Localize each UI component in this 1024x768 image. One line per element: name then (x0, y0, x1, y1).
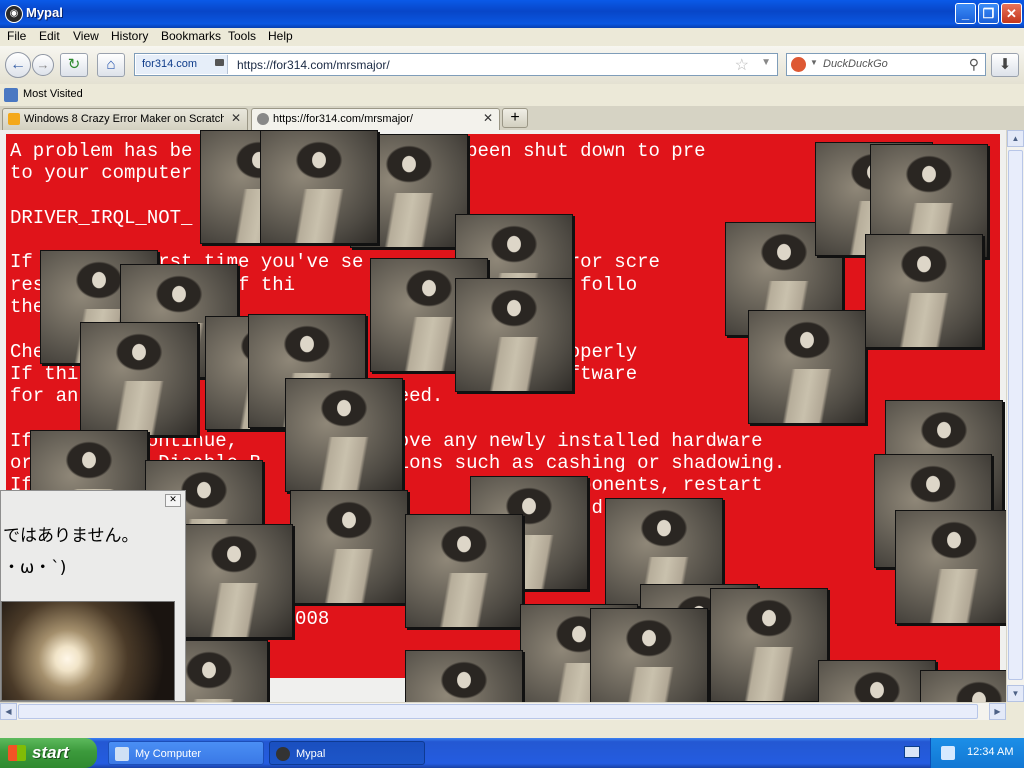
window-titlebar[interactable]: ◉ Mypal _ ❐ ✕ (0, 0, 1024, 28)
bookmark-star-icon[interactable]: ☆ (735, 55, 749, 75)
windows-logo-icon (8, 745, 26, 761)
home-icon[interactable]: ⌂ (97, 53, 125, 77)
doll-photo-image (710, 588, 828, 702)
popup-video-frame (1, 601, 175, 701)
doll-photo-image (895, 510, 1006, 624)
scrollbar-corner (1006, 702, 1024, 720)
tab-scratch[interactable]: Windows 8 Crazy Error Maker on Scratch ✕ (2, 108, 248, 130)
horizontal-scrollbar[interactable]: ◀ ▶ (0, 702, 1006, 720)
url-text[interactable]: https://for314.com/mrsmajor/ (237, 58, 390, 72)
taskbar-item-mypal[interactable]: Mypal (269, 741, 425, 765)
arrow-right-icon[interactable]: → (32, 54, 54, 76)
lock-icon (215, 59, 224, 66)
url-dropdown-icon[interactable]: ▼ (761, 57, 771, 68)
doll-photo-image (920, 670, 1006, 702)
doll-photo-image (590, 608, 708, 702)
doll-photo-image (290, 490, 408, 604)
horizontal-scroll-thumb[interactable] (18, 704, 978, 719)
doll-photo-image (260, 130, 378, 244)
tab-mrsmajor[interactable]: https://for314.com/mrsmajor/ ✕ (251, 108, 500, 130)
menu-history[interactable]: History (111, 29, 148, 43)
maximize-button[interactable]: ❐ (978, 3, 999, 24)
tab-label: Windows 8 Crazy Error Maker on Scratch (24, 113, 224, 125)
mypal-icon (276, 747, 290, 761)
menu-bar: File Edit View History Bookmarks Tools H… (0, 28, 1024, 46)
scroll-left-icon[interactable]: ◀ (0, 703, 17, 720)
menu-view[interactable]: View (73, 29, 99, 43)
most-visited-bookmark[interactable]: Most Visited (23, 88, 83, 100)
duckduckgo-icon[interactable] (791, 57, 806, 72)
close-button[interactable]: ✕ (1001, 3, 1022, 24)
bookmarks-toolbar: Most Visited (0, 84, 1024, 106)
status-area (0, 720, 1024, 738)
taskbar-item-label: My Computer (135, 748, 202, 760)
doll-photo-image (175, 524, 293, 638)
globe-favicon-icon (257, 113, 269, 125)
start-label: start (32, 743, 69, 762)
scroll-up-icon[interactable]: ▲ (1007, 130, 1024, 147)
doll-photo-image (865, 234, 983, 348)
navigation-toolbar: ← → ↻ ⌂ for314.com https://for314.com/mr… (0, 46, 1024, 84)
my-computer-icon (115, 747, 129, 761)
doll-photo-image (285, 378, 403, 492)
doll-photo-image (405, 514, 523, 628)
taskbar-item-label: Mypal (296, 748, 326, 760)
url-bar[interactable]: for314.com https://for314.com/mrsmajor/ … (134, 53, 778, 76)
start-button[interactable]: start (0, 738, 97, 768)
window-title: Mypal (26, 5, 63, 20)
close-tab-icon[interactable]: ✕ (231, 111, 241, 125)
menu-bookmarks[interactable]: Bookmarks (161, 29, 221, 43)
keyboard-icon[interactable] (904, 746, 920, 758)
doll-photo-image (405, 650, 523, 702)
arrow-left-icon[interactable]: ← (5, 52, 31, 78)
vertical-scroll-thumb[interactable] (1008, 150, 1023, 680)
vertical-scrollbar[interactable]: ▲ ▼ (1006, 130, 1024, 702)
menu-help[interactable]: Help (268, 29, 293, 43)
network-icon[interactable] (941, 746, 955, 760)
menu-tools[interactable]: Tools (228, 29, 256, 43)
menu-edit[interactable]: Edit (39, 29, 60, 43)
scroll-down-icon[interactable]: ▼ (1007, 685, 1024, 702)
doll-photo-image (80, 322, 198, 436)
reload-icon[interactable]: ↻ (60, 53, 88, 77)
taskbar-item-my-computer[interactable]: My Computer (108, 741, 264, 765)
scroll-right-icon[interactable]: ▶ (989, 703, 1006, 720)
magnifier-icon[interactable]: ⚲ (969, 56, 979, 73)
search-input[interactable]: DuckDuckGo (823, 58, 888, 70)
doll-photo-image (455, 278, 573, 392)
mypal-app-icon[interactable]: ◉ (5, 5, 23, 23)
search-engine-dropdown-icon[interactable]: ▼ (810, 58, 818, 67)
close-icon[interactable]: ✕ (165, 494, 181, 507)
popup-text-line2: ・ω・`) (3, 558, 67, 578)
popup-window[interactable]: ✕ ではありません。 ・ω・`) (0, 490, 186, 702)
taskbar: start My Computer Mypal 12:34 AM (0, 738, 1024, 768)
menu-file[interactable]: File (7, 29, 26, 43)
search-bar[interactable]: ▼ DuckDuckGo ⚲ (786, 53, 986, 76)
download-icon[interactable]: ⬇ (991, 53, 1019, 77)
clock[interactable]: 12:34 AM (967, 746, 1013, 758)
scratch-favicon-icon (8, 113, 20, 125)
new-tab-button[interactable]: + (502, 108, 528, 128)
popup-text-line1: ではありません。 (3, 526, 139, 546)
most-visited-folder-icon[interactable] (4, 88, 18, 102)
tab-label: https://for314.com/mrsmajor/ (273, 113, 413, 125)
doll-photo-image (818, 660, 936, 702)
minimize-button[interactable]: _ (955, 3, 976, 24)
system-tray: 12:34 AM (930, 738, 1024, 768)
doll-photo-image (748, 310, 866, 424)
close-tab-icon[interactable]: ✕ (483, 111, 493, 125)
